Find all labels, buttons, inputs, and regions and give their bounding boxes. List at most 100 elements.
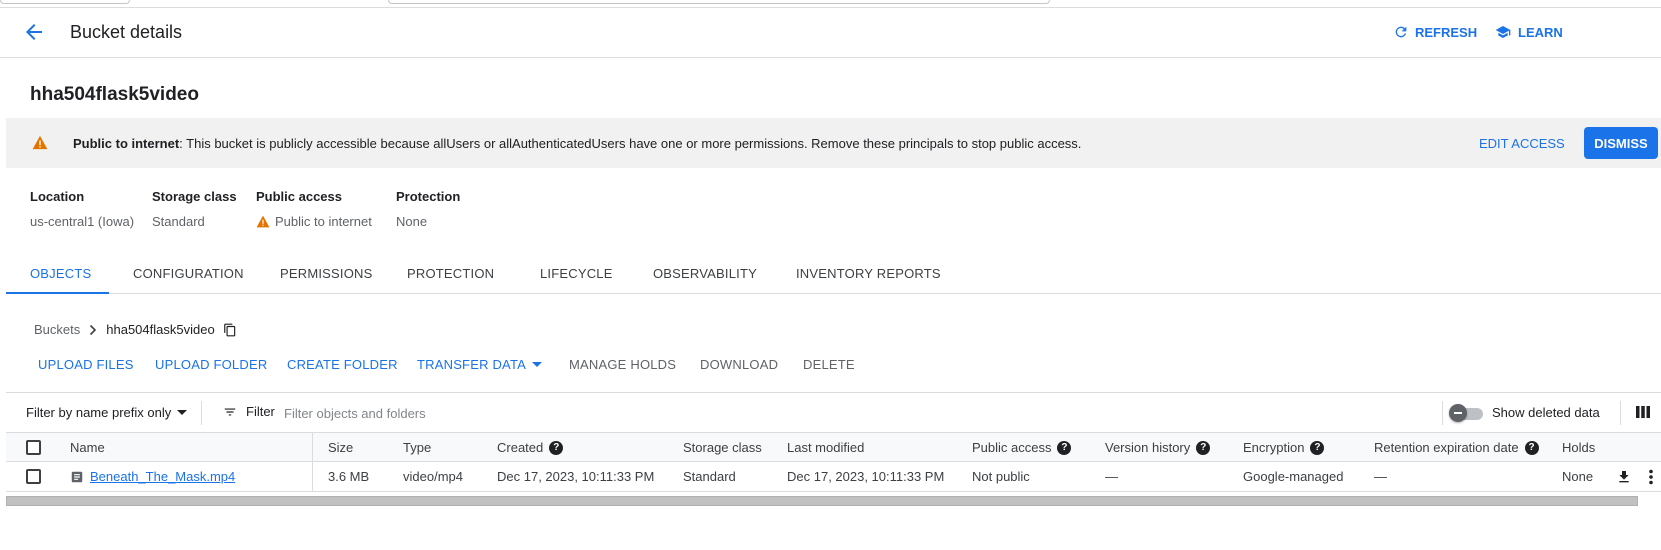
learn-button[interactable]: LEARN xyxy=(1494,24,1563,40)
divider xyxy=(1620,401,1621,425)
filter-input[interactable] xyxy=(284,401,884,425)
delete-button[interactable]: DELETE xyxy=(803,357,855,372)
page-header: Bucket details REFRESH LEARN xyxy=(0,8,1661,58)
holds-cell: None xyxy=(1562,469,1594,484)
column-header-encryption-label: Encryption xyxy=(1243,440,1305,455)
bucket-name: hha504flask5video xyxy=(30,84,199,105)
refresh-label: REFRESH xyxy=(1415,24,1478,40)
property-value: Public to internet xyxy=(275,214,372,229)
property-label: Location xyxy=(30,189,85,204)
warning-icon xyxy=(32,135,48,150)
breadcrumb-buckets[interactable]: Buckets xyxy=(34,322,80,337)
encryption-cell: Google-managed xyxy=(1243,469,1344,484)
horizontal-scrollbar[interactable] xyxy=(6,496,1638,506)
tab-lifecycle[interactable]: LIFECYCLE xyxy=(540,266,613,281)
download-icon[interactable] xyxy=(1616,469,1632,485)
upload-files-button[interactable]: UPLOAD FILES xyxy=(38,357,134,372)
column-header-created-label: Created xyxy=(497,440,544,455)
breadcrumb-current: hha504flask5video xyxy=(106,322,215,337)
create-folder-button[interactable]: CREATE FOLDER xyxy=(287,357,398,372)
help-icon[interactable]: ? xyxy=(1057,440,1072,455)
manage-holds-button[interactable]: MANAGE HOLDS xyxy=(569,357,676,372)
column-header-version-history-label: Version history xyxy=(1105,440,1191,455)
column-header-last-modified[interactable]: Last modified xyxy=(787,440,864,455)
storage-class-cell: Standard xyxy=(683,469,736,484)
top-chrome xyxy=(0,0,1661,8)
transfer-data-label: TRANSFER DATA xyxy=(417,357,527,372)
dismiss-button[interactable]: DISMISS xyxy=(1584,127,1658,159)
retention-cell: — xyxy=(1374,469,1387,484)
tab-inventory-reports[interactable]: INVENTORY REPORTS xyxy=(796,266,941,281)
property-value: us-central1 (Iowa) xyxy=(30,214,135,229)
column-header-public-access-label: Public access xyxy=(972,440,1052,455)
property-label: Public access xyxy=(256,189,342,204)
divider xyxy=(201,401,202,425)
filter-prefix-dropdown[interactable]: Filter by name prefix only xyxy=(26,405,188,420)
column-divider xyxy=(312,462,313,491)
help-icon[interactable]: ? xyxy=(1310,440,1325,455)
size-cell: 3.6 MB xyxy=(328,469,370,484)
column-header-created[interactable]: Created ? xyxy=(497,440,564,455)
tab-permissions[interactable]: PERMISSIONS xyxy=(280,266,373,281)
more-vert-icon[interactable] xyxy=(1647,469,1655,485)
property-label: Protection xyxy=(396,189,461,204)
filter-prefix-label: Filter by name prefix only xyxy=(26,405,172,420)
object-name-cell: Beneath_The_Mask.mp4 xyxy=(70,469,235,484)
warning-icon xyxy=(256,215,270,228)
tab-objects[interactable]: OBJECTS xyxy=(30,266,91,281)
column-header-public-access[interactable]: Public access ? xyxy=(972,440,1072,455)
page-title: Bucket details xyxy=(70,22,183,42)
column-header-storage-class[interactable]: Storage class xyxy=(683,440,762,455)
row-checkbox[interactable] xyxy=(26,469,41,484)
public-access-cell: Not public xyxy=(972,469,1030,484)
top-chrome-tab xyxy=(0,0,130,4)
transfer-data-button[interactable]: TRANSFER DATA xyxy=(417,357,543,372)
column-header-type[interactable]: Type xyxy=(403,440,431,455)
file-icon xyxy=(71,471,83,482)
tab-protection[interactable]: PROTECTION xyxy=(407,266,494,281)
help-icon[interactable]: ? xyxy=(1196,440,1211,455)
chevron-right-icon xyxy=(90,324,97,335)
table-row: Beneath_The_Mask.mp4 3.6 MB video/mp4 De… xyxy=(6,462,1661,492)
filter-button[interactable]: Filter xyxy=(222,404,275,419)
property-value-wrap: Public to internet xyxy=(256,214,372,229)
filter-bar: Filter by name prefix only Filter Show d… xyxy=(6,392,1661,432)
column-divider xyxy=(312,433,313,461)
column-header-name[interactable]: Name xyxy=(70,440,105,455)
tab-observability[interactable]: OBSERVABILITY xyxy=(653,266,757,281)
caret-down-icon xyxy=(532,361,543,367)
banner-bold-text: Public to internet xyxy=(73,136,180,151)
show-deleted-toggle[interactable] xyxy=(1449,404,1485,422)
column-header-holds[interactable]: Holds xyxy=(1562,440,1595,455)
column-header-encryption[interactable]: Encryption ? xyxy=(1243,440,1325,455)
column-header-retention[interactable]: Retention expiration date ? xyxy=(1374,440,1539,455)
banner-message: Public to internet: This bucket is publi… xyxy=(73,136,1081,151)
created-cell: Dec 17, 2023, 10:11:33 PM xyxy=(497,469,655,484)
top-search-box xyxy=(388,0,1050,4)
refresh-button[interactable]: REFRESH xyxy=(1393,24,1477,40)
tab-configuration[interactable]: CONFIGURATION xyxy=(133,266,244,281)
column-display-icon[interactable] xyxy=(1636,405,1650,419)
download-button[interactable]: DOWNLOAD xyxy=(700,357,778,372)
refresh-icon xyxy=(1395,26,1407,38)
copy-icon[interactable] xyxy=(223,323,237,337)
edit-access-button[interactable]: EDIT ACCESS xyxy=(1479,136,1565,151)
column-header-version-history[interactable]: Version history ? xyxy=(1105,440,1211,455)
property-public-access: Public access Public to internet xyxy=(256,189,372,229)
last-modified-cell: Dec 17, 2023, 10:11:33 PM xyxy=(787,469,945,484)
select-all-checkbox[interactable] xyxy=(26,440,41,455)
table-header: Name Size Type Created ? Storage class L… xyxy=(6,432,1661,462)
back-arrow-icon[interactable] xyxy=(22,20,46,44)
filter-label: Filter xyxy=(246,404,275,419)
banner-text: : This bucket is publicly accessible bec… xyxy=(179,136,1082,151)
help-icon[interactable]: ? xyxy=(1524,440,1539,455)
object-name-link[interactable]: Beneath_The_Mask.mp4 xyxy=(90,469,235,484)
tab-bar: OBJECTS CONFIGURATION PERMISSIONS PROTEC… xyxy=(6,258,1661,294)
property-location: Location us-central1 (Iowa) xyxy=(30,189,134,229)
column-header-size[interactable]: Size xyxy=(328,440,353,455)
help-icon[interactable]: ? xyxy=(549,440,564,455)
breadcrumb: Buckets hha504flask5video xyxy=(34,322,237,337)
property-storage-class: Storage class Standard xyxy=(152,189,237,229)
version-history-cell: — xyxy=(1105,469,1118,484)
upload-folder-button[interactable]: UPLOAD FOLDER xyxy=(155,357,267,372)
